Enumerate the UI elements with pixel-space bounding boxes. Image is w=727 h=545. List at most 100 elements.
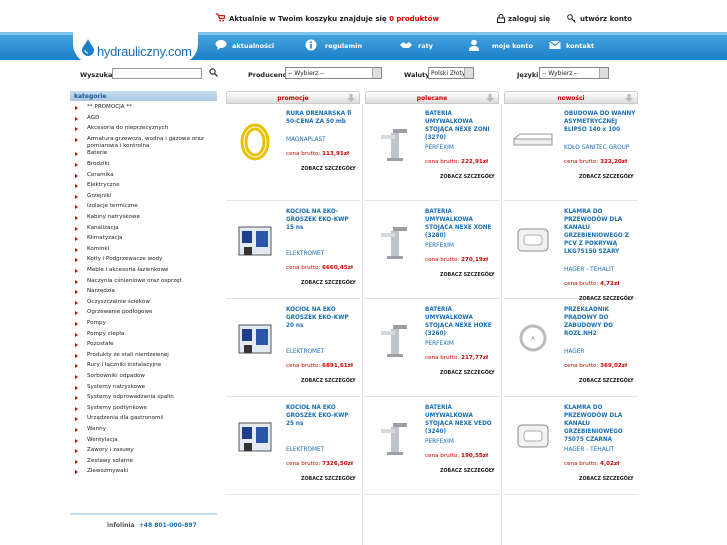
currency-select[interactable]: Polski Złoty xyxy=(428,67,474,79)
product-name[interactable]: RURA DRENARSKA fi 50-CENA ZA 50 mb xyxy=(286,110,358,126)
sidebar-item[interactable]: Zestawy solarne xyxy=(70,458,217,465)
product-card[interactable]: BATERIA UMYWALKOWA STOJĄCA NEXE ZONI (32… xyxy=(365,105,499,201)
logo[interactable]: hydrauliczny.com xyxy=(73,26,198,64)
sidebar-item[interactable]: Ceramika xyxy=(70,172,217,179)
product-name[interactable]: KOCIOŁ NA EKO GROSZEK EKO-KWP 20 ns xyxy=(286,306,358,330)
product-name[interactable]: BATERIA UMYWALKOWA STOJĄCA NEXE XONE (32… xyxy=(425,208,497,240)
product-producer[interactable]: PERFEXIM xyxy=(425,145,454,151)
sidebar-item[interactable]: Grzejniki xyxy=(70,193,217,200)
nav-raty[interactable]: raty xyxy=(418,42,433,50)
sidebar-item[interactable]: Rury i łączniki instalacyjne xyxy=(70,362,217,369)
details-link[interactable]: ZOBACZ SZCZEGÓŁY xyxy=(440,469,495,474)
details-link[interactable]: ZOBACZ SZCZEGÓŁY xyxy=(579,175,634,180)
down-arrow-icon[interactable] xyxy=(625,94,633,102)
product-name[interactable]: KLAMRA DO PRZEWODÓW DLA KANAŁU GRZEBIENI… xyxy=(564,404,636,444)
sidebar-item[interactable]: Oczyszczalnie ścieków xyxy=(70,299,217,306)
nav-moje-konto[interactable]: moje konto xyxy=(492,42,533,50)
product-name[interactable]: PRZEKŁADNIK PRĄDOWY DO ZABUDOWY DO ROZŁ.… xyxy=(564,306,636,338)
details-link[interactable]: ZOBACZ SZCZEGÓŁY xyxy=(301,379,356,384)
sidebar-item[interactable]: Meble i akcesoria łazienkowe xyxy=(70,267,217,274)
product-image[interactable] xyxy=(510,413,556,459)
sidebar-item[interactable]: Pompy ciepła xyxy=(70,331,217,338)
product-image[interactable] xyxy=(232,413,278,459)
details-link[interactable]: ZOBACZ SZCZEGÓŁY xyxy=(579,379,634,384)
sidebar-item[interactable]: Kanalizacja xyxy=(70,225,217,232)
nav-kontakt[interactable]: kontakt xyxy=(566,42,594,50)
details-link[interactable]: ZOBACZ SZCZEGÓŁY xyxy=(301,281,356,286)
product-name[interactable]: BATERIA UMYWALKOWA STOJĄCA NEXE HOKE (32… xyxy=(425,306,497,338)
sidebar-item[interactable]: Narzędzia xyxy=(70,288,217,295)
product-name[interactable]: KOCIOŁ NA EKO GROSZEK EKO-KWP 25 ns xyxy=(286,404,358,428)
sidebar-item[interactable]: Kotły i Podgrzewacze wody xyxy=(70,256,217,263)
sidebar-item[interactable]: AGD xyxy=(70,115,217,122)
search-icon[interactable] xyxy=(209,68,218,77)
language-select[interactable]: -- Wybierz -- xyxy=(539,67,609,79)
product-producer[interactable]: ELEKTROMET xyxy=(286,349,324,355)
product-card[interactable]: RURA DRENARSKA fi 50-CENA ZA 50 mb MAGNAP… xyxy=(226,105,360,201)
product-image[interactable] xyxy=(371,119,417,165)
down-arrow-icon[interactable] xyxy=(347,94,355,102)
details-link[interactable]: ZOBACZ SZCZEGÓŁY xyxy=(440,371,495,376)
product-card[interactable]: KOCIOŁ NA EKO GROSZEK EKO-KWP 25 ns ELEKT… xyxy=(226,399,360,495)
sidebar-item[interactable]: Armatura grzewcza, wodna i gazowa oraz xyxy=(70,136,217,143)
product-name[interactable]: BATERIA UMYWALKOWA STOJĄCA NEXE ZONI (32… xyxy=(425,110,497,142)
product-name[interactable]: KLAMRA DO PRZEWODÓW DLA KANAŁU GRZEBIENI… xyxy=(564,208,636,256)
sidebar-item[interactable]: Sorbowniki odpadów xyxy=(70,373,217,380)
product-card[interactable]: BATERIA UMYWALKOWA STOJĄCA NEXE HOKE (32… xyxy=(365,301,499,397)
product-card[interactable]: KLAMRA DO PRZEWODÓW DLA KANAŁU GRZEBIENI… xyxy=(504,399,638,495)
product-producer[interactable]: MAGNAPLAST xyxy=(286,137,326,143)
sidebar-item[interactable]: Produkty ze stali nierdzewnej xyxy=(70,352,217,359)
sidebar-item[interactable]: Zawory i zasuwy xyxy=(70,447,217,454)
sidebar-item[interactable]: Systemy podtynkowe xyxy=(70,405,217,412)
product-producer[interactable]: PERFEXIM xyxy=(425,439,454,445)
product-image[interactable] xyxy=(232,119,278,165)
details-link[interactable]: ZOBACZ SZCZEGÓŁY xyxy=(440,273,495,278)
product-producer[interactable]: ELEKTROMET xyxy=(286,447,324,453)
sidebar-item[interactable]: Systemy odprowadzania spalin xyxy=(70,394,217,401)
details-link[interactable]: ZOBACZ SZCZEGÓŁY xyxy=(440,175,495,180)
product-card[interactable]: BATERIA UMYWALKOWA STOJĄCA NEXE XONE (32… xyxy=(365,203,499,299)
cart-icon[interactable] xyxy=(216,13,225,22)
product-producer[interactable]: KOŁO SANITEC GROUP xyxy=(564,145,629,151)
sidebar-item[interactable]: Brodziki xyxy=(70,161,217,168)
sidebar-item[interactable]: Elektryczne xyxy=(70,182,217,189)
product-producer[interactable]: PERFEXIM xyxy=(425,341,454,347)
nav-aktualnosci[interactable]: aktualności xyxy=(232,42,274,50)
product-name[interactable]: OBUDOWA DO WANNY ASYMETRYCZNEJ ELIPSO 14… xyxy=(564,110,636,134)
sidebar-item[interactable]: Urządzenia dla gastronomii xyxy=(70,415,217,422)
login-link[interactable]: zaloguj się xyxy=(508,15,550,23)
product-producer[interactable]: HAGER - TEHALIT xyxy=(564,267,614,273)
sidebar-item[interactable]: Baterie xyxy=(70,150,217,157)
hotline-phone[interactable]: +48 801-000-897 xyxy=(139,522,197,529)
producers-select[interactable]: -- Wybierz -- xyxy=(285,67,382,79)
details-link[interactable]: ZOBACZ SZCZEGÓŁY xyxy=(579,477,634,482)
product-card[interactable]: BATERIA UMYWALKOWA STOJĄCA NEXE VEDO (32… xyxy=(365,399,499,495)
sidebar-item[interactable]: Naczynia cśnieniowe oraz osprzęt xyxy=(70,278,217,285)
product-card[interactable]: OBUDOWA DO WANNY ASYMETRYCZNEJ ELIPSO 14… xyxy=(504,105,638,201)
sidebar-item[interactable]: Ogrzewanie podłogowe xyxy=(70,309,217,316)
sidebar-item[interactable]: Zlewozmywaki xyxy=(70,468,217,475)
product-card[interactable]: A PRZEKŁADNIK PRĄDOWY DO ZABUDOWY DO ROZŁ… xyxy=(504,301,638,397)
cart-count[interactable]: 0 produktów xyxy=(389,15,439,23)
sidebar-item[interactable]: ** PROMOCJA ** xyxy=(70,104,217,111)
down-arrow-icon[interactable] xyxy=(486,94,494,102)
product-producer[interactable]: HAGER - TEHALIT xyxy=(564,447,614,453)
sidebar-item[interactable]: Pompy xyxy=(70,320,217,327)
product-producer[interactable]: ELEKTROMET xyxy=(286,251,324,257)
product-producer[interactable]: PERFEXIM xyxy=(425,243,454,249)
product-image[interactable] xyxy=(232,217,278,263)
sidebar-item[interactable]: pomiarowa i kontrolna xyxy=(70,143,217,150)
sidebar-item[interactable]: Akcesoria do nieprzecyznych xyxy=(70,125,217,132)
product-image[interactable] xyxy=(371,217,417,263)
sidebar-item[interactable]: Wanny xyxy=(70,426,217,433)
product-name[interactable]: BATERIA UMYWALKOWA STOJĄCA NEXE VEDO (32… xyxy=(425,404,497,436)
sidebar-item[interactable]: Wentylacja xyxy=(70,437,217,444)
product-image[interactable] xyxy=(371,315,417,361)
product-image[interactable] xyxy=(232,315,278,361)
sidebar-item[interactable]: Izolacje termiczne xyxy=(70,203,217,210)
sidebar-item[interactable]: Klimatyzacja xyxy=(70,235,217,242)
product-card[interactable]: KLAMRA DO PRZEWODÓW DLA KANAŁU GRZEBIENI… xyxy=(504,203,638,302)
sidebar-item[interactable]: Pozostałe xyxy=(70,341,217,348)
product-producer[interactable]: HAGER xyxy=(564,349,584,355)
search-input[interactable] xyxy=(112,68,202,79)
